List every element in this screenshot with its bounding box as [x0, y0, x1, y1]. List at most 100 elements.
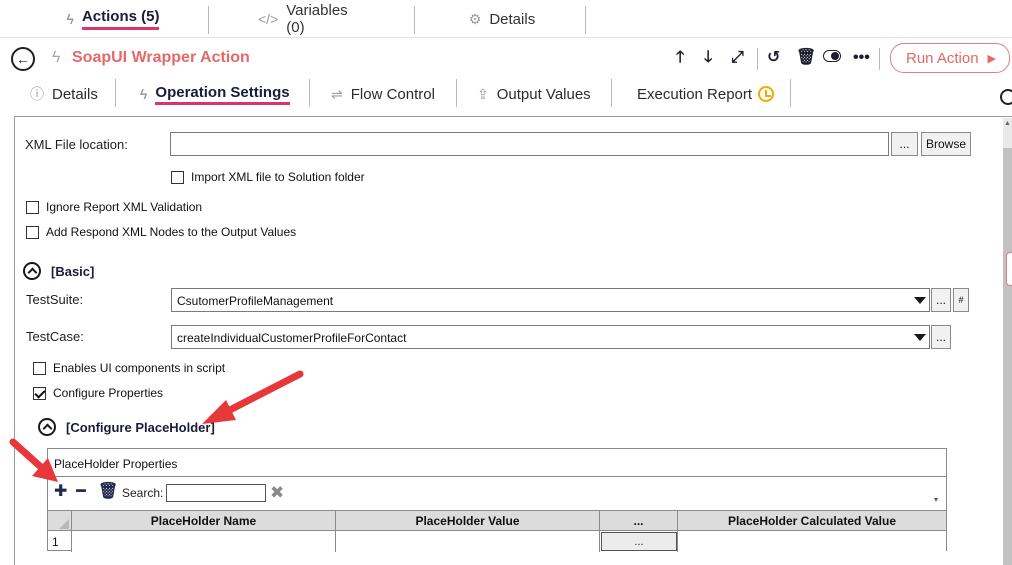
run-action-label: Run Action [906, 49, 979, 67]
search-label: Search: [122, 486, 164, 500]
bolt-icon: ϟ [140, 86, 148, 102]
scroll-down-icon[interactable]: ▾ [934, 495, 938, 504]
search-input[interactable] [166, 484, 266, 502]
toggle-icon[interactable] [823, 49, 841, 67]
configure-props-checkbox-row[interactable]: Configure Properties [33, 386, 163, 400]
divider [611, 79, 612, 107]
subtab-operation-settings-label: Operation Settings [155, 84, 290, 105]
testsuite-ellipsis-button[interactable]: ... [931, 288, 951, 312]
ignore-report-checkbox[interactable] [26, 200, 39, 214]
gear-icon: ⚙ [468, 10, 482, 27]
run-action-button[interactable]: Run Action ▶ [890, 43, 1010, 73]
subtab-flow-control-label: Flow Control [350, 85, 435, 103]
col-calculated-value[interactable]: PlaceHolder Calculated Value [678, 511, 946, 531]
more-icon[interactable]: ••• [853, 49, 870, 67]
remove-icon[interactable]: ━ [76, 484, 86, 500]
basic-section-title: [Basic] [51, 263, 95, 279]
testsuite-select[interactable]: CsutomerProfileManagement [171, 288, 930, 312]
enables-ui-checkbox-row[interactable]: Enables UI components in script [33, 361, 225, 375]
collapse-icon[interactable] [38, 418, 56, 436]
divider [879, 48, 880, 70]
tab-details-label: Details [489, 10, 536, 28]
cell-placeholder-value[interactable] [336, 531, 600, 552]
table-row[interactable]: 1 ... [48, 530, 946, 552]
subtab-output-values[interactable]: ⇪ Output Values [477, 82, 591, 106]
top-tab-bar: ϟ Actions (5) </> Variables (0) ⚙ Detail… [0, 0, 1012, 37]
testcase-ellipsis-button[interactable]: ... [931, 325, 951, 349]
add-respond-checkbox-row[interactable]: Add Respond XML Nodes to the Output Valu… [26, 225, 296, 239]
expand-icon[interactable]: ⤢ [731, 49, 744, 67]
chevron-down-icon[interactable] [910, 326, 929, 348]
tab-actions-label: Actions (5) [81, 8, 160, 30]
cell-placeholder-name[interactable] [72, 531, 336, 552]
tab-variables[interactable]: </> Variables (0) [258, 2, 368, 36]
clock-icon [758, 86, 775, 102]
enables-ui-checkbox[interactable] [33, 361, 46, 375]
placeholder-section-header[interactable]: [Configure PlaceHolder] [38, 418, 215, 436]
col-placeholder-value[interactable]: PlaceHolder Value [336, 511, 600, 531]
tab-details[interactable]: ⚙ Details [466, 6, 538, 32]
col-placeholder-name[interactable]: PlaceHolder Name [72, 511, 336, 531]
trash-icon[interactable]: 🗑 [796, 49, 816, 67]
add-respond-label: Add Respond XML Nodes to the Output Valu… [46, 225, 297, 239]
cell-calculated-value[interactable] [678, 531, 946, 552]
divider [790, 79, 791, 107]
bolt-icon: ϟ [66, 11, 74, 27]
subtab-execution-report[interactable]: Execution Report [637, 82, 775, 106]
arrow-down-icon[interactable]: 🡓 [704, 49, 712, 67]
action-title: SoapUI Wrapper Action [72, 49, 250, 66]
collapse-icon[interactable] [23, 262, 41, 280]
tab-variables-label: Variables (0) [286, 2, 348, 36]
subtab-output-values-label: Output Values [496, 85, 591, 103]
import-xml-label: Import XML file to Solution folder [191, 170, 365, 184]
chevron-down-icon[interactable] [910, 289, 929, 311]
subtab-details-label: Details [52, 85, 98, 103]
testcase-select[interactable]: createIndividualCustomerProfileForContac… [171, 325, 930, 349]
xml-location-ellipsis-button[interactable]: ... [891, 132, 918, 156]
back-arrow-icon[interactable]: ← [11, 47, 35, 71]
undo-icon[interactable]: ↺ [767, 49, 780, 67]
select-all-corner[interactable] [48, 511, 72, 531]
ignore-report-checkbox-row[interactable]: Ignore Report XML Validation [26, 200, 202, 214]
grid-header-row: PlaceHolder Name PlaceHolder Value ... P… [48, 510, 946, 531]
browse-button[interactable]: Browse [921, 132, 971, 156]
basic-section-header[interactable]: [Basic] [23, 262, 94, 280]
subtab-operation-settings[interactable]: ϟ Operation Settings [140, 82, 290, 106]
placeholder-section-title: [Configure PlaceHolder] [66, 419, 215, 435]
divider [585, 6, 586, 34]
import-xml-checkbox[interactable] [171, 170, 184, 184]
testcase-label: TestCase: [26, 329, 84, 344]
xml-location-input[interactable] [170, 132, 889, 156]
add-icon[interactable]: ✚ [54, 484, 67, 500]
add-respond-checkbox[interactable] [26, 225, 39, 239]
col-ellipsis[interactable]: ... [600, 511, 678, 531]
bolt-icon: ϟ [52, 49, 61, 66]
side-panel-tab[interactable] [1006, 252, 1012, 286]
divider [414, 6, 415, 34]
row-ellipsis-button[interactable]: ... [601, 532, 677, 551]
testsuite-hash-button[interactable]: # [953, 288, 969, 312]
grid-title: PlaceHolder Properties [48, 449, 946, 477]
scrollbar-thumb[interactable] [1003, 148, 1012, 565]
testsuite-label: TestSuite: [26, 292, 84, 307]
sub-tab-bar: ⓘ Details ϟ Operation Settings ⇌ Flow Co… [0, 77, 1012, 111]
subtab-flow-control[interactable]: ⇌ Flow Control [331, 82, 435, 106]
trash-icon[interactable]: 🗑 [98, 484, 118, 500]
grid-toolbar: ✚ ━ 🗑 Search: ✖ ▾ [48, 478, 946, 507]
scroll-up-icon[interactable]: ▲ [1003, 118, 1012, 130]
code-icon: </> [258, 11, 279, 27]
testsuite-value: CsutomerProfileManagement [177, 294, 334, 308]
enables-ui-label: Enables UI components in script [53, 361, 226, 375]
flow-icon: ⇌ [331, 85, 343, 102]
upload-icon: ⇪ [477, 85, 489, 102]
tab-actions[interactable]: ϟ Actions (5) [58, 6, 168, 32]
globe-icon[interactable] [1000, 89, 1012, 105]
import-xml-checkbox-row[interactable]: Import XML file to Solution folder [171, 170, 365, 184]
testcase-value: createIndividualCustomerProfileForContac… [177, 331, 407, 345]
subtab-details[interactable]: ⓘ Details [30, 82, 98, 106]
clear-search-icon[interactable]: ✖ [270, 483, 284, 503]
configure-props-label: Configure Properties [53, 386, 164, 400]
arrow-up-icon[interactable]: 🡑 [676, 49, 684, 67]
configure-props-checkbox[interactable] [33, 386, 46, 400]
row-number: 1 [48, 531, 72, 552]
